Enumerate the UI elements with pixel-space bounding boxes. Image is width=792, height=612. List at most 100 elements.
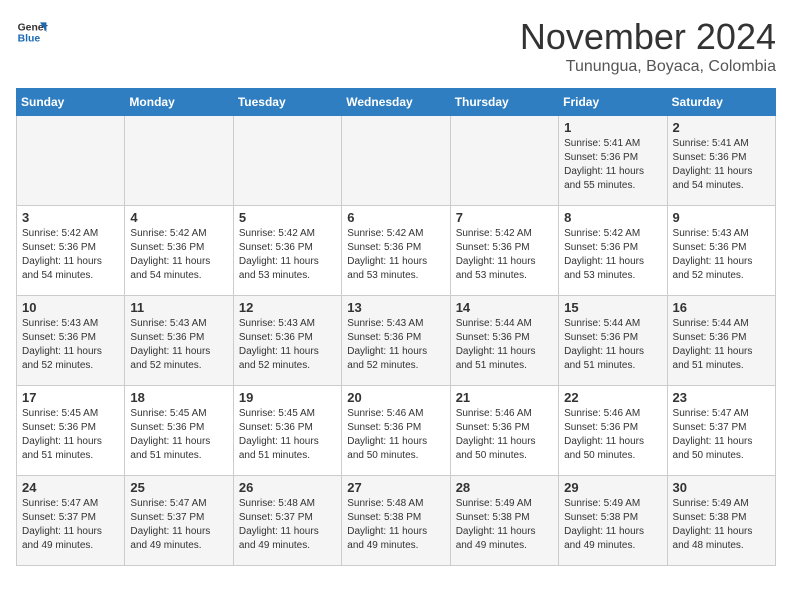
day-info: Sunrise: 5:44 AM Sunset: 5:36 PM Dayligh… xyxy=(564,317,661,373)
day-number: 28 xyxy=(456,480,553,495)
day-number: 27 xyxy=(347,480,444,495)
calendar-cell: 28 Sunrise: 5:49 AM Sunset: 5:38 PM Dayli… xyxy=(450,476,558,566)
day-number: 17 xyxy=(22,390,119,405)
week-row-5: 24 Sunrise: 5:47 AM Sunset: 5:37 PM Dayli… xyxy=(17,476,776,566)
day-number: 14 xyxy=(456,300,553,315)
day-number: 2 xyxy=(673,120,770,135)
day-number: 26 xyxy=(239,480,336,495)
day-number: 6 xyxy=(347,210,444,225)
calendar-cell xyxy=(17,116,125,206)
calendar-cell: 8 Sunrise: 5:42 AM Sunset: 5:36 PM Daylig… xyxy=(559,206,667,296)
day-header-friday: Friday xyxy=(559,89,667,116)
calendar-cell: 30 Sunrise: 5:49 AM Sunset: 5:38 PM Dayli… xyxy=(667,476,775,566)
day-info: Sunrise: 5:47 AM Sunset: 5:37 PM Dayligh… xyxy=(673,407,770,463)
day-number: 16 xyxy=(673,300,770,315)
calendar-cell: 12Sunrise: 5:43 AM Sunset: 5:36 PM Dayli… xyxy=(233,296,341,386)
calendar-cell: 16 Sunrise: 5:44 AM Sunset: 5:36 PM Dayli… xyxy=(667,296,775,386)
day-number: 25 xyxy=(130,480,227,495)
calendar-cell xyxy=(233,116,341,206)
day-header-monday: Monday xyxy=(125,89,233,116)
day-info: Sunrise: 5:43 AM Sunset: 5:36 PM Dayligh… xyxy=(347,317,444,373)
week-row-1: 1 Sunrise: 5:41 AM Sunset: 5:36 PM Daylig… xyxy=(17,116,776,206)
calendar-cell: 7 Sunrise: 5:42 AM Sunset: 5:36 PM Daylig… xyxy=(450,206,558,296)
calendar-cell: 17Sunrise: 5:45 AM Sunset: 5:36 PM Dayli… xyxy=(17,386,125,476)
calendar-header: SundayMondayTuesdayWednesdayThursdayFrid… xyxy=(17,89,776,116)
day-info: Sunrise: 5:48 AM Sunset: 5:38 PM Dayligh… xyxy=(347,497,444,553)
day-header-saturday: Saturday xyxy=(667,89,775,116)
day-number: 15 xyxy=(564,300,661,315)
day-info: Sunrise: 5:44 AM Sunset: 5:36 PM Dayligh… xyxy=(673,317,770,373)
day-info: Sunrise: 5:43 AM Sunset: 5:36 PM Dayligh… xyxy=(673,227,770,283)
calendar-cell: 23 Sunrise: 5:47 AM Sunset: 5:37 PM Dayli… xyxy=(667,386,775,476)
calendar-cell: 18Sunrise: 5:45 AM Sunset: 5:36 PM Dayli… xyxy=(125,386,233,476)
day-number: 8 xyxy=(564,210,661,225)
day-info: Sunrise: 5:46 AM Sunset: 5:36 PM Dayligh… xyxy=(456,407,553,463)
day-number: 1 xyxy=(564,120,661,135)
day-number: 20 xyxy=(347,390,444,405)
day-info: Sunrise: 5:49 AM Sunset: 5:38 PM Dayligh… xyxy=(673,497,770,553)
day-info: Sunrise: 5:42 AM Sunset: 5:36 PM Dayligh… xyxy=(564,227,661,283)
calendar-cell: 9Sunrise: 5:43 AM Sunset: 5:36 PM Daylig… xyxy=(667,206,775,296)
day-info: Sunrise: 5:49 AM Sunset: 5:38 PM Dayligh… xyxy=(564,497,661,553)
logo: General Blue xyxy=(16,16,48,48)
calendar-cell: 13 Sunrise: 5:43 AM Sunset: 5:36 PM Dayli… xyxy=(342,296,450,386)
day-info: Sunrise: 5:42 AM Sunset: 5:36 PM Dayligh… xyxy=(22,227,119,283)
calendar-cell xyxy=(125,116,233,206)
day-info: Sunrise: 5:42 AM Sunset: 5:36 PM Dayligh… xyxy=(456,227,553,283)
day-number: 18 xyxy=(130,390,227,405)
day-info: Sunrise: 5:47 AM Sunset: 5:37 PM Dayligh… xyxy=(22,497,119,553)
calendar-cell: 29 Sunrise: 5:49 AM Sunset: 5:38 PM Dayli… xyxy=(559,476,667,566)
day-info: Sunrise: 5:46 AM Sunset: 5:36 PM Dayligh… xyxy=(564,407,661,463)
calendar-cell: 14Sunrise: 5:44 AM Sunset: 5:36 PM Dayli… xyxy=(450,296,558,386)
page-header: General Blue November 2024 Tunungua, Boy… xyxy=(16,16,776,76)
day-info: Sunrise: 5:49 AM Sunset: 5:38 PM Dayligh… xyxy=(456,497,553,553)
day-info: Sunrise: 5:47 AM Sunset: 5:37 PM Dayligh… xyxy=(130,497,227,553)
header-row: SundayMondayTuesdayWednesdayThursdayFrid… xyxy=(17,89,776,116)
day-number: 24 xyxy=(22,480,119,495)
calendar-cell: 21 Sunrise: 5:46 AM Sunset: 5:36 PM Dayli… xyxy=(450,386,558,476)
calendar-cell: 2 Sunrise: 5:41 AM Sunset: 5:36 PM Daylig… xyxy=(667,116,775,206)
calendar-table: SundayMondayTuesdayWednesdayThursdayFrid… xyxy=(16,88,776,566)
day-number: 5 xyxy=(239,210,336,225)
day-info: Sunrise: 5:45 AM Sunset: 5:36 PM Dayligh… xyxy=(239,407,336,463)
day-info: Sunrise: 5:41 AM Sunset: 5:36 PM Dayligh… xyxy=(673,137,770,193)
week-row-4: 17 Sunrise: 5:45 AM Sunset: 5:36 PM Dayli… xyxy=(17,386,776,476)
day-header-wednesday: Wednesday xyxy=(342,89,450,116)
day-header-sunday: Sunday xyxy=(17,89,125,116)
calendar-cell: 25 Sunrise: 5:47 AM Sunset: 5:37 PM Dayli… xyxy=(125,476,233,566)
day-number: 30 xyxy=(673,480,770,495)
day-info: Sunrise: 5:42 AM Sunset: 5:36 PM Dayligh… xyxy=(347,227,444,283)
day-info: Sunrise: 5:42 AM Sunset: 5:36 PM Dayligh… xyxy=(239,227,336,283)
calendar-cell: 27 Sunrise: 5:48 AM Sunset: 5:38 PM Dayli… xyxy=(342,476,450,566)
day-info: Sunrise: 5:43 AM Sunset: 5:36 PM Dayligh… xyxy=(22,317,119,373)
calendar-cell: 22Sunrise: 5:46 AM Sunset: 5:36 PM Dayli… xyxy=(559,386,667,476)
title-block: November 2024 Tunungua, Boyaca, Colombia xyxy=(520,16,776,76)
day-number: 21 xyxy=(456,390,553,405)
day-header-thursday: Thursday xyxy=(450,89,558,116)
calendar-cell: 10 Sunrise: 5:43 AM Sunset: 5:36 PM Dayli… xyxy=(17,296,125,386)
day-number: 13 xyxy=(347,300,444,315)
calendar-cell xyxy=(450,116,558,206)
day-number: 19 xyxy=(239,390,336,405)
calendar-cell: 3Sunrise: 5:42 AM Sunset: 5:36 PM Daylig… xyxy=(17,206,125,296)
day-number: 4 xyxy=(130,210,227,225)
day-info: Sunrise: 5:48 AM Sunset: 5:37 PM Dayligh… xyxy=(239,497,336,553)
day-number: 11 xyxy=(130,300,227,315)
svg-text:Blue: Blue xyxy=(18,34,41,45)
day-info: Sunrise: 5:42 AM Sunset: 5:36 PM Dayligh… xyxy=(130,227,227,283)
calendar-cell: 24 Sunrise: 5:47 AM Sunset: 5:37 PM Dayli… xyxy=(17,476,125,566)
calendar-cell: 4 Sunrise: 5:42 AM Sunset: 5:36 PM Daylig… xyxy=(125,206,233,296)
calendar-cell: 20 Sunrise: 5:46 AM Sunset: 5:36 PM Dayli… xyxy=(342,386,450,476)
week-row-3: 10 Sunrise: 5:43 AM Sunset: 5:36 PM Dayli… xyxy=(17,296,776,386)
day-number: 10 xyxy=(22,300,119,315)
logo-icon: General Blue xyxy=(16,16,48,48)
day-info: Sunrise: 5:46 AM Sunset: 5:36 PM Dayligh… xyxy=(347,407,444,463)
calendar-cell: 6 Sunrise: 5:42 AM Sunset: 5:36 PM Daylig… xyxy=(342,206,450,296)
calendar-body: 1 Sunrise: 5:41 AM Sunset: 5:36 PM Daylig… xyxy=(17,116,776,566)
day-number: 29 xyxy=(564,480,661,495)
location-subtitle: Tunungua, Boyaca, Colombia xyxy=(520,58,776,76)
day-number: 7 xyxy=(456,210,553,225)
month-title: November 2024 xyxy=(520,16,776,58)
day-number: 23 xyxy=(673,390,770,405)
calendar-cell: 26 Sunrise: 5:48 AM Sunset: 5:37 PM Dayli… xyxy=(233,476,341,566)
